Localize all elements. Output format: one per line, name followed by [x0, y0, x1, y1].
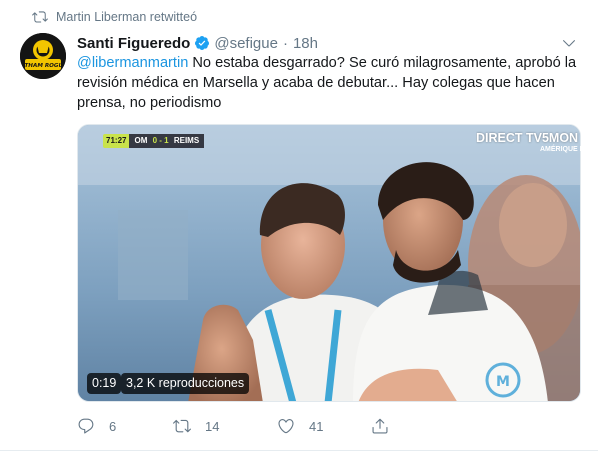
svg-text:GOTHAM ROGUES: GOTHAM ROGUES: [20, 63, 66, 69]
video-frame: M: [78, 125, 580, 401]
tweet-actions: 6 14 41: [77, 416, 497, 436]
author-name[interactable]: Santi Figueredo: [77, 35, 190, 52]
retweet-text: Martin Liberman retwitteó: [56, 10, 198, 24]
video-player[interactable]: M: [77, 124, 581, 402]
retweet-notice[interactable]: Martin Liberman retwitteó: [32, 9, 198, 25]
separator-dot: ·: [282, 34, 288, 52]
home-team: OM: [134, 136, 148, 145]
heart-icon: [278, 419, 294, 434]
chevron-down-icon[interactable]: [561, 35, 577, 51]
match-clock: 71:27: [103, 134, 130, 148]
reply-icon: [78, 418, 94, 434]
score-bug: 71:27 OM 0 - 1 REIMS: [103, 134, 205, 148]
view-count: 3,2 K reproducciones: [121, 373, 250, 394]
tweet-text: @libermanmartin No estaba desgarrado? Se…: [77, 53, 585, 113]
gotham-rogues-logo: GOTHAM ROGUES: [20, 33, 66, 79]
reply-count: 6: [109, 418, 117, 434]
tweet-header: Santi Figueredo @sefigue · 18h: [77, 33, 577, 53]
svg-text:M: M: [496, 374, 510, 390]
away-team: REIMS: [173, 136, 200, 145]
like-button[interactable]: 41: [277, 416, 323, 436]
share-icon: [372, 418, 388, 434]
scoreline: OM 0 - 1 REIMS: [129, 134, 205, 148]
tweet-card[interactable]: Martin Liberman retwitteó GOTHAM ROGUES …: [0, 0, 598, 451]
share-button[interactable]: [371, 416, 389, 436]
channel-region: AMÉRIQUE L: [540, 146, 584, 153]
author-handle[interactable]: @sefigue: [214, 35, 278, 52]
retweet-count: 14: [205, 418, 220, 434]
avatar[interactable]: GOTHAM ROGUES: [20, 33, 66, 79]
match-score: 0 - 1: [152, 136, 169, 145]
like-count: 41: [309, 418, 324, 434]
retweet-button[interactable]: 14: [173, 416, 219, 436]
reply-button[interactable]: 6: [77, 416, 116, 436]
channel-watermark: DIRECT TV5MON: [476, 131, 579, 145]
mention-link[interactable]: @libermanmartin: [77, 55, 188, 71]
retweet-icon: [173, 419, 191, 433]
verified-badge-icon: [195, 36, 210, 50]
retweet-icon: [32, 11, 48, 23]
tweet-time[interactable]: 18h: [293, 35, 318, 52]
video-duration: 0:19: [87, 373, 122, 394]
